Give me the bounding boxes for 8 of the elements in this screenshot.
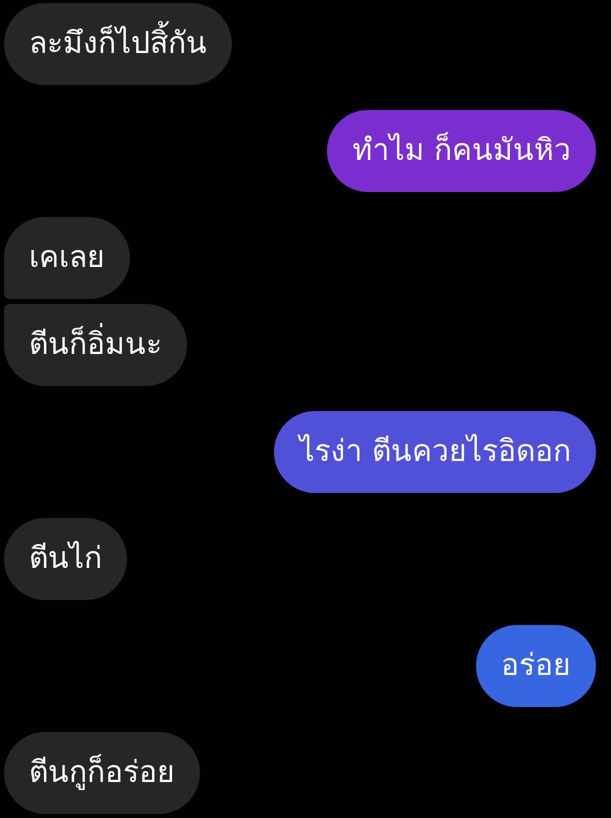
message-bubble: ละมึงก็ไปสิ้กัน [4, 3, 232, 85]
message-bubble: อร่อย [476, 625, 596, 707]
message-bubble: ตีนกูก็อร่อย [4, 732, 200, 814]
message-bubble: ทำไม ก็คนมันหิว [327, 110, 596, 192]
message-bubble: ตีนไก่ [4, 518, 127, 600]
message-bubble: ตีนก็อิ่มนะ [4, 304, 187, 386]
message-bubble: ไรง่า ตีนควยไรอิดอก [274, 411, 596, 493]
message-bubble: เคเลย [4, 217, 130, 299]
